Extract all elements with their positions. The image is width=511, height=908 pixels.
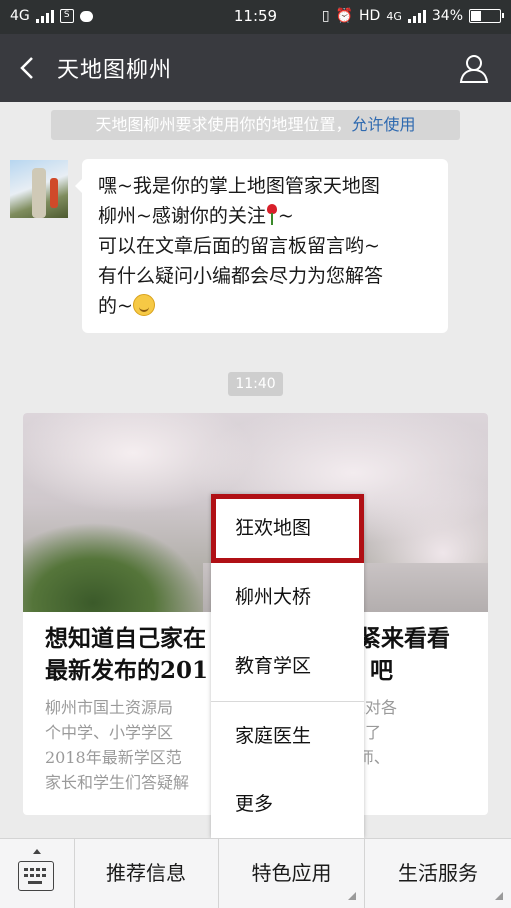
avatar-flag-shape [50,178,58,208]
welcome-message-bubble[interactable]: 嘿~我是你的掌上地图管家天地图 柳州~感谢你的关注 ~ 可以在文章后面的留言板留言… [75,159,448,333]
message-line-2-text: 柳州~感谢你的关注 [98,205,266,227]
desc-part-7: 家长和学生们答疑解 [45,773,190,792]
title-part-1: 想知道自己家在 [45,625,206,652]
status-right: ▯ ⏰ HD 4G 34% [321,8,504,24]
tab-label-recommended-info: 推荐信息 [106,861,186,885]
message-line-3: 可以在文章后面的留言板留言哟~ [98,235,380,257]
menu-item-family-doctor[interactable]: 家庭医生 [211,702,364,770]
menu-item-liuzhou-bridge[interactable]: 柳州大桥 [211,563,364,631]
desc-part-1: 柳州市国土资源局 [45,698,174,717]
keyboard-icon [18,861,54,891]
network-type-right: 4G [386,9,402,23]
title-part-2: 紧来看看 [358,625,450,652]
title-part-3: 最新发布的201 [45,657,209,684]
allow-location-link[interactable]: 允许使用 [352,115,416,134]
menu-item-school-district[interactable]: 教育学区 [211,632,364,700]
tab-feature-apps[interactable]: 特色应用 [219,839,365,908]
status-bar: 4G S 11:59 ▯ ⏰ HD 4G 34% [0,0,511,34]
smile-emoji-icon [132,294,155,316]
tab-life-services[interactable]: 生活服务 [365,839,511,908]
user-profile-icon[interactable] [459,53,489,83]
message-line-4: 有什么疑问小编都会尽力为您解答 [98,265,384,287]
page-title: 天地图柳州 [57,58,173,83]
tab-label-life-services: 生活服务 [398,861,478,885]
message-line-5: 的~ [98,291,434,321]
submenu-indicator-icon-2 [495,892,503,900]
message-line-2-suffix: ~ [277,205,294,227]
message-line-5-text: 的~ [98,295,133,317]
highlight-box [211,494,364,563]
account-avatar[interactable] [10,160,68,218]
keyboard-toggle-button[interactable] [0,839,75,908]
battery-icon [469,9,504,23]
tab-label-feature-apps: 特色应用 [251,861,332,885]
tab-recommended-info[interactable]: 推荐信息 [74,839,219,908]
battery-percent: 34% [431,8,463,24]
title-part-4: 吧 [370,657,394,684]
nav-bar: 天地图柳州 [0,34,511,102]
alarm-icon: ⏰ [335,8,354,24]
feature-apps-popup-menu: 狂欢地图 柳州大桥 教育学区 家庭医生 更多 [211,494,364,838]
back-arrow-icon[interactable] [14,54,42,82]
vibrate-icon: ▯ [321,8,330,24]
bottom-menu-bar: 推荐信息 特色应用 生活服务 [0,838,511,908]
signal-icon-right [407,9,426,23]
notice-text: 天地图柳州要求使用你的地理位置， [95,115,352,134]
message-line-2: 柳州~感谢你的关注 ~ [98,201,434,231]
rose-emoji-icon [266,204,278,226]
submenu-indicator-icon [348,892,356,900]
hd-label: HD [359,8,381,24]
avatar-totem-shape [32,168,46,218]
desc-part-3: 个中学、小学学区 [45,723,174,742]
desc-part-5: 2018年最新学区范 [45,748,182,767]
caret-up-icon [33,849,41,854]
location-permission-notice: 天地图柳州要求使用你的地理位置，允许使用 [51,110,460,140]
menu-item-more[interactable]: 更多 [211,770,364,838]
cover-trees-shape [23,493,223,612]
message-line-1: 嘿~我是你的掌上地图管家天地图 [98,175,380,197]
chat-timestamp: 11:40 [228,372,283,396]
